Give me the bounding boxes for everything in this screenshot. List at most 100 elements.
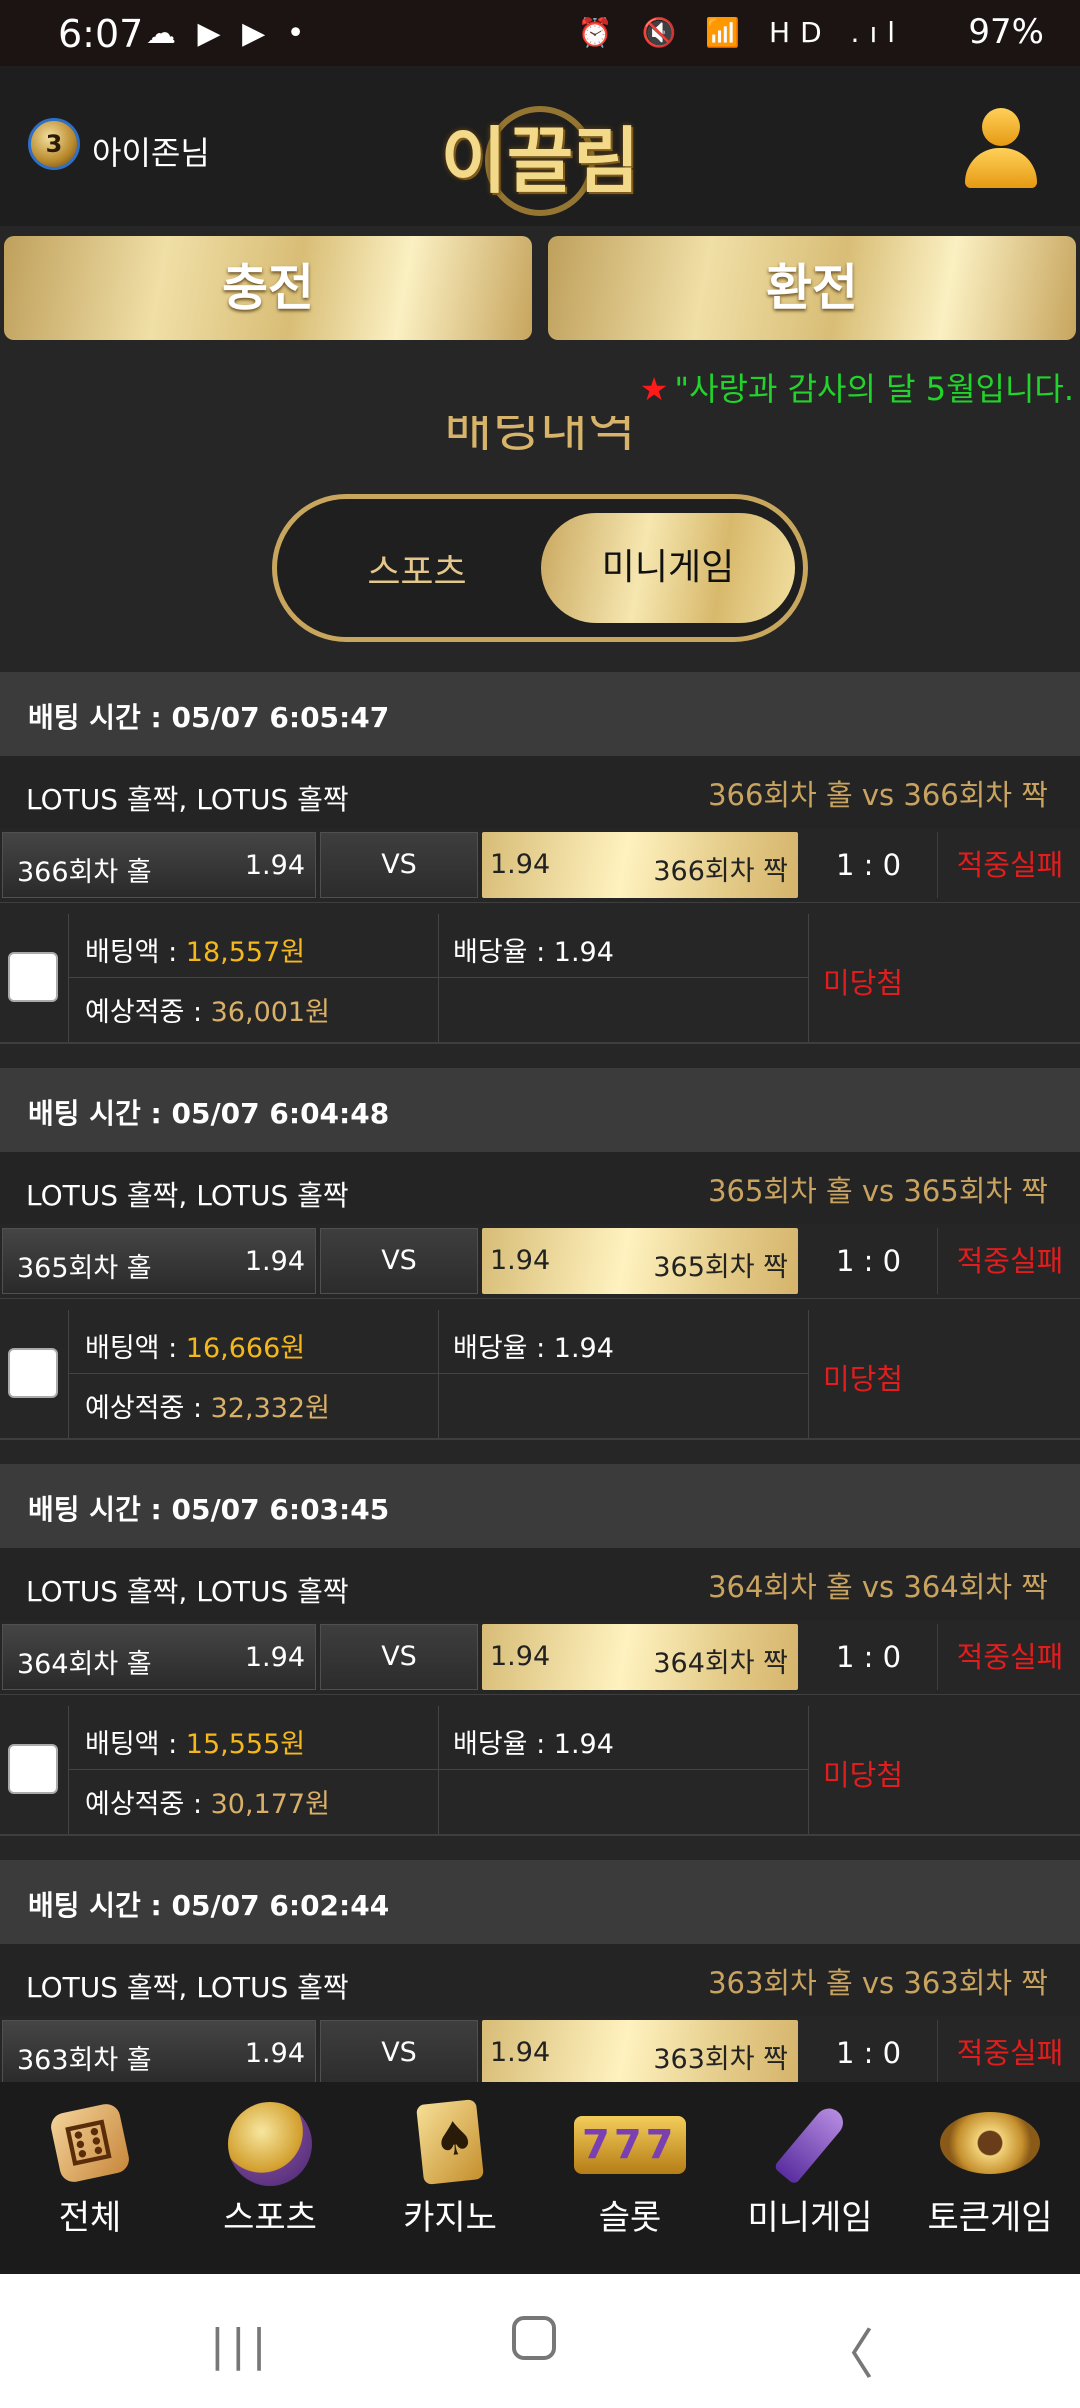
away-label: 365회차 짝 bbox=[653, 1252, 788, 1283]
matchup: 366회차 홀 vs 366회차 짝 bbox=[708, 778, 1048, 812]
rocket-icon bbox=[765, 2100, 855, 2184]
game-row: LOTUS 홀짝, LOTUS 홀짝 364회차 홀 vs 364회차 짝 bbox=[0, 1548, 1080, 1620]
nav-label: 스포츠 bbox=[223, 2198, 317, 2238]
charge-button[interactable]: 충전 bbox=[4, 236, 532, 340]
exchange-button[interactable]: 환전 bbox=[548, 236, 1076, 340]
system-status-icons: ⏰ 🔇 📶 HD .ıl bbox=[577, 16, 905, 49]
slot-777-icon bbox=[574, 2116, 686, 2174]
logo[interactable]: 이끌림 bbox=[440, 106, 640, 216]
notification-icons: ☁ ▶ ▶ • bbox=[146, 16, 311, 51]
battery-level: 97% bbox=[968, 12, 1044, 52]
bet-rate: 배당율 : 1.94 bbox=[453, 937, 614, 968]
bet-rate: 배당율 : 1.94 bbox=[453, 1729, 614, 1760]
system-nav-bar: ||| 〈 bbox=[0, 2274, 1080, 2408]
bet-time: 배팅 시간 : 05/07 6:03:45 bbox=[28, 1493, 390, 1526]
away-label: 364회차 짝 bbox=[653, 1648, 788, 1679]
vs-label: VS bbox=[320, 1624, 478, 1690]
away-pick-selected[interactable]: 1.94 365회차 짝 bbox=[482, 1228, 798, 1294]
nav-token-game[interactable]: 토큰게임 bbox=[900, 2082, 1080, 2274]
game-name: LOTUS 홀짝, LOTUS 홀짝 bbox=[26, 783, 349, 816]
bet-detail: 배팅액 : 16,666원 배당율 : 1.94 예상적중 : 32,332원 … bbox=[0, 1310, 1080, 1440]
roulette-icon bbox=[940, 2112, 1040, 2174]
away-pick-selected[interactable]: 1.94 364회차 짝 bbox=[482, 1624, 798, 1690]
outcome-status: 미당첨 bbox=[808, 1706, 1080, 1834]
bet-card: 배팅 시간 : 05/07 6:04:48 LOTUS 홀짝, LOTUS 홀짝… bbox=[0, 1068, 1080, 1464]
home-label: 364회차 홀 bbox=[17, 1649, 152, 1680]
bet-detail: 배팅액 : 15,555원 배당율 : 1.94 예상적중 : 30,177원 … bbox=[0, 1706, 1080, 1836]
odds-row: 364회차 홀 1.94 VS 1.94 364회차 짝 1 : 0 적중실패 bbox=[0, 1620, 1080, 1695]
score: 1 : 0 bbox=[800, 832, 938, 898]
expected-win: 예상적중 : 30,177원 bbox=[85, 1789, 330, 1820]
back-button[interactable]: 〈 bbox=[820, 2310, 874, 2389]
outcome-status: 미당첨 bbox=[808, 1310, 1080, 1438]
tab-minigame[interactable]: 미니게임 bbox=[541, 513, 795, 623]
nav-casino[interactable]: 카지노 bbox=[360, 2082, 540, 2274]
game-name: LOTUS 홀짝, LOTUS 홀짝 bbox=[26, 1575, 349, 1608]
profile-icon[interactable] bbox=[960, 108, 1040, 190]
outcome-status: 미당첨 bbox=[808, 914, 1080, 1042]
home-pick[interactable]: 364회차 홀 1.94 bbox=[2, 1624, 316, 1690]
detail-grid: 배팅액 : 15,555원 배당율 : 1.94 예상적중 : 30,177원 bbox=[68, 1706, 809, 1834]
result-status: 적중실패 bbox=[956, 1244, 1064, 1278]
nav-slot[interactable]: 슬롯 bbox=[540, 2082, 720, 2274]
home-button[interactable] bbox=[512, 2316, 556, 2360]
result-status: 적중실패 bbox=[956, 848, 1064, 882]
category-toggle: 스포츠 미니게임 bbox=[272, 494, 808, 642]
score: 1 : 0 bbox=[800, 1228, 938, 1294]
bet-time-bar: 배팅 시간 : 05/07 6:03:45 bbox=[0, 1464, 1080, 1548]
bet-time: 배팅 시간 : 05/07 6:04:48 bbox=[28, 1097, 390, 1130]
home-label: 365회차 홀 bbox=[17, 1253, 152, 1284]
bet-time-bar: 배팅 시간 : 05/07 6:02:44 bbox=[0, 1860, 1080, 1944]
away-pick-selected[interactable]: 1.94 366회차 짝 bbox=[482, 832, 798, 898]
vs-label: VS bbox=[320, 1228, 478, 1294]
home-label: 363회차 홀 bbox=[17, 2045, 152, 2076]
expected-win: 예상적중 : 32,332원 bbox=[85, 1393, 330, 1424]
result-status: 적중실패 bbox=[956, 1640, 1064, 1674]
select-checkbox[interactable] bbox=[8, 1348, 58, 1398]
bet-time-bar: 배팅 시간 : 05/07 6:05:47 bbox=[0, 672, 1080, 756]
bet-time-bar: 배팅 시간 : 05/07 6:04:48 bbox=[0, 1068, 1080, 1152]
notice-marquee[interactable]: ★ "사랑과 감사의 달 5월입니다. bbox=[640, 364, 1074, 410]
bet-time: 배팅 시간 : 05/07 6:02:44 bbox=[28, 1889, 390, 1922]
nav-minigame[interactable]: 미니게임 bbox=[720, 2082, 900, 2274]
home-pick[interactable]: 365회차 홀 1.94 bbox=[2, 1228, 316, 1294]
nav-all[interactable]: 전체 bbox=[0, 2082, 180, 2274]
recents-button[interactable]: ||| bbox=[210, 2320, 272, 2371]
away-odds: 1.94 bbox=[490, 849, 551, 880]
home-pick[interactable]: 366회차 홀 1.94 bbox=[2, 832, 316, 898]
score: 1 : 0 bbox=[800, 1624, 938, 1690]
home-odds: 1.94 bbox=[244, 1246, 305, 1277]
game-name: LOTUS 홀짝, LOTUS 홀짝 bbox=[26, 1971, 349, 2004]
game-row: LOTUS 홀짝, LOTUS 홀짝 365회차 홀 vs 365회차 짝 bbox=[0, 1152, 1080, 1224]
vs-label: VS bbox=[320, 832, 478, 898]
bet-rate: 배당율 : 1.94 bbox=[453, 1333, 614, 1364]
nav-label: 미니게임 bbox=[747, 2198, 873, 2238]
logo-text: 이끌림 bbox=[440, 119, 640, 203]
away-odds: 1.94 bbox=[490, 1641, 551, 1672]
tab-sports[interactable]: 스포츠 bbox=[317, 543, 517, 595]
select-checkbox[interactable] bbox=[8, 952, 58, 1002]
odds-row: 365회차 홀 1.94 VS 1.94 365회차 짝 1 : 0 적중실패 bbox=[0, 1224, 1080, 1299]
bet-detail: 배팅액 : 18,557원 배당율 : 1.94 예상적중 : 36,001원 … bbox=[0, 914, 1080, 1044]
odds-row: 363회차 홀 1.94 VS 1.94 363회차 짝 1 : 0 적중실패 bbox=[0, 2016, 1080, 2091]
nav-sports[interactable]: 스포츠 bbox=[180, 2082, 360, 2274]
game-name: LOTUS 홀짝, LOTUS 홀짝 bbox=[26, 1179, 349, 1212]
star-icon: ★ bbox=[639, 370, 669, 408]
status-bar: 6:07 ☁ ▶ ▶ • ⏰ 🔇 📶 HD .ıl 97% bbox=[0, 0, 1080, 66]
vs-label: VS bbox=[320, 2020, 478, 2086]
home-pick[interactable]: 363회차 홀 1.94 bbox=[2, 2020, 316, 2086]
away-pick-selected[interactable]: 1.94 363회차 짝 bbox=[482, 2020, 798, 2086]
user-name: 아이존님 bbox=[92, 134, 210, 172]
expected-win: 예상적중 : 36,001원 bbox=[85, 997, 330, 1028]
nav-label: 카지노 bbox=[403, 2198, 497, 2238]
status-time: 6:07 bbox=[58, 12, 144, 56]
dice-icon bbox=[48, 2101, 132, 2185]
level-badge-icon: 3 bbox=[28, 118, 80, 170]
detail-grid: 배팅액 : 18,557원 배당율 : 1.94 예상적중 : 36,001원 bbox=[68, 914, 809, 1042]
notice-text: "사랑과 감사의 달 5월입니다. bbox=[674, 370, 1074, 408]
cards-icon bbox=[415, 2099, 485, 2185]
select-checkbox[interactable] bbox=[8, 1744, 58, 1794]
game-row: LOTUS 홀짝, LOTUS 홀짝 366회차 홀 vs 366회차 짝 bbox=[0, 756, 1080, 828]
away-label: 363회차 짝 bbox=[653, 2044, 788, 2075]
matchup: 365회차 홀 vs 365회차 짝 bbox=[708, 1174, 1048, 1208]
